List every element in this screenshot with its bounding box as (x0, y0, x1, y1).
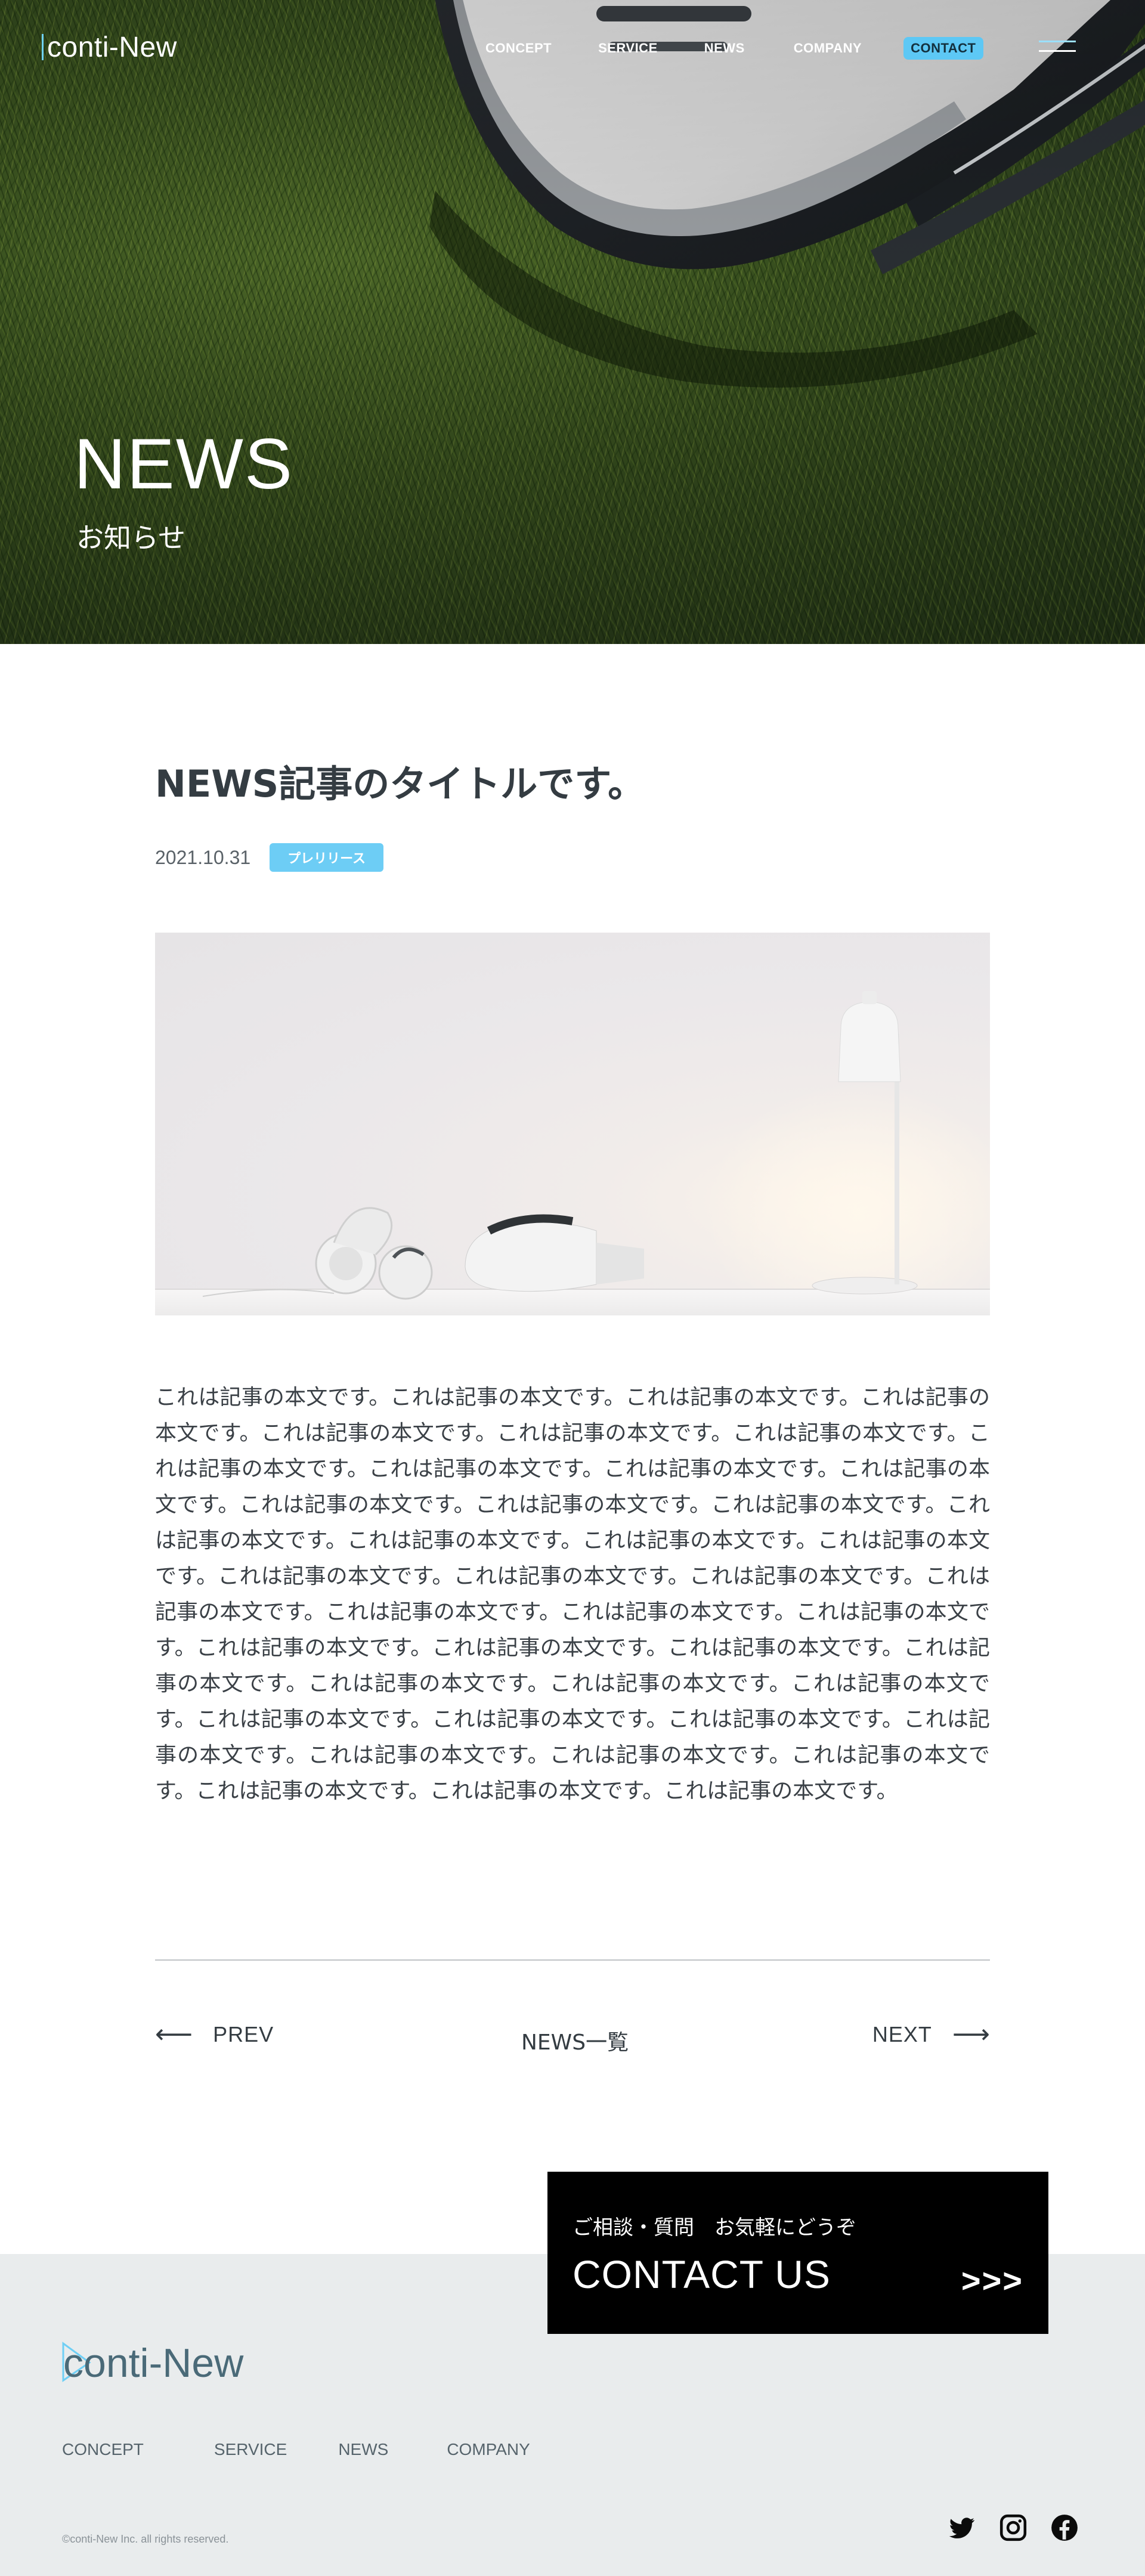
category-badge[interactable]: プレリリース (270, 843, 384, 872)
instagram-icon[interactable] (998, 2513, 1028, 2543)
article-pager: ⟵ PREV NEWS一覧 NEXT ⟶ (155, 2021, 990, 2063)
next-label: NEXT (872, 2022, 932, 2046)
contact-us-button[interactable]: ご相談・質問 お気軽にどうぞ CONTACT US >>> (547, 2172, 1048, 2334)
article-title: NEWS記事のタイトルです。 (155, 762, 645, 806)
logo-text: conti-New (47, 32, 177, 63)
footer-nav-news[interactable]: NEWS (338, 2440, 388, 2459)
hero-section: NEWS お知らせ (0, 0, 1145, 644)
next-link[interactable]: NEXT ⟶ (872, 2021, 990, 2048)
facebook-icon[interactable] (1050, 2513, 1079, 2543)
copyright: ©conti-New Inc. all rights reserved. (62, 2533, 229, 2545)
main-nav: CONCEPT SERVICE NEWS COMPANY CONTACT (485, 37, 983, 60)
article-body: これは記事の本文です。これは記事の本文です。これは記事の本文です。これは記事の本… (155, 1385, 990, 1803)
article-image (155, 933, 990, 1315)
nav-contact-button[interactable]: CONTACT (903, 37, 983, 60)
contact-subtitle: ご相談・質問 お気軽にどうぞ (572, 2216, 856, 2240)
prev-link[interactable]: ⟵ PREV (155, 2021, 274, 2048)
footer-nav-concept[interactable]: CONCEPT (62, 2440, 144, 2459)
footer-nav-service[interactable]: SERVICE (214, 2440, 287, 2459)
footer-nav-company[interactable]: COMPANY (447, 2440, 530, 2459)
site-header: conti-New CONCEPT SERVICE NEWS COMPANY C… (0, 0, 1145, 95)
article-date: 2021.10.31 (155, 846, 251, 868)
twitter-icon[interactable] (947, 2513, 977, 2543)
social-links (947, 2513, 1079, 2543)
vr-products-photo (155, 991, 990, 1315)
nav-service[interactable]: SERVICE (598, 41, 658, 56)
footer-logo[interactable]: conti-New (60, 2334, 298, 2388)
nav-news[interactable]: NEWS (704, 41, 745, 56)
hamburger-menu-icon[interactable] (1039, 39, 1076, 54)
divider (155, 1959, 990, 1961)
page-title: NEWS (74, 424, 293, 504)
page-subtitle: お知らせ (76, 522, 186, 554)
nav-company[interactable]: COMPANY (794, 41, 862, 56)
footer-nav: CONCEPT SERVICE NEWS COMPANY (62, 2440, 530, 2459)
arrow-left-icon: ⟵ (155, 2019, 193, 2049)
nav-concept[interactable]: CONCEPT (485, 41, 552, 56)
site-logo[interactable]: conti-New (42, 31, 177, 64)
news-index-link[interactable]: NEWS一覧 (521, 2025, 629, 2056)
contact-arrows-icon: >>> (961, 2262, 1023, 2299)
prev-label: PREV (213, 2022, 274, 2046)
footer-logo-text: conti-New (63, 2340, 244, 2386)
arrow-right-icon: ⟶ (952, 2019, 990, 2049)
contact-title: CONTACT US (572, 2252, 831, 2296)
article-meta: 2021.10.31 プレリリース (155, 843, 384, 872)
logo-accent-bar (42, 34, 44, 60)
